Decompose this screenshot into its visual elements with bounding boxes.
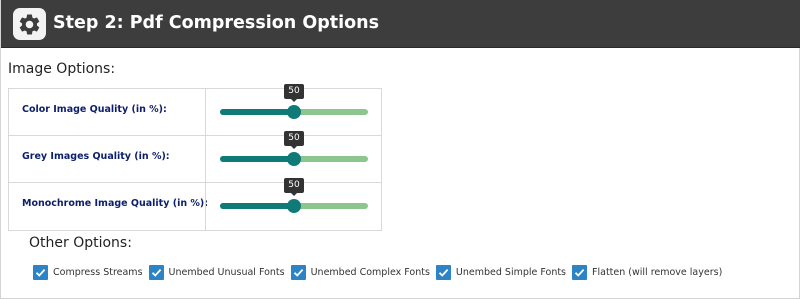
unembed-unusual-fonts-checkbox[interactable] <box>148 265 164 280</box>
checkmark-icon <box>574 268 585 277</box>
panel-header: Step 2: Pdf Compression Options <box>1 0 800 48</box>
compression-options-panel: Step 2: Pdf Compression Options Image Op… <box>0 0 800 299</box>
grey-images-quality-label: Grey Images Quality (in %): <box>22 151 170 162</box>
checkmark-icon <box>35 268 46 277</box>
unembed-complex-fonts-label[interactable]: Unembed Complex Fonts <box>311 267 430 278</box>
monochrome-image-quality-slider[interactable]: 50 <box>220 178 368 213</box>
other-options-list: Compress Streams Unembed Unusual Fonts U… <box>33 264 728 281</box>
other-options-heading: Other Options: <box>29 235 132 251</box>
unembed-simple-fonts-checkbox[interactable] <box>435 265 451 280</box>
compress-streams-label[interactable]: Compress Streams <box>53 267 143 278</box>
unembed-unusual-fonts-option[interactable]: Unembed Unusual Fonts <box>148 265 285 280</box>
gear-icon <box>13 8 46 40</box>
slider-fill <box>220 156 294 162</box>
grey-images-quality-slider[interactable]: 50 <box>220 131 368 166</box>
slider-value-tooltip: 50 <box>284 84 304 102</box>
checkmark-icon <box>438 268 449 277</box>
monochrome-image-quality-row: Monochrome Image Quality (in %): 50 <box>9 178 381 230</box>
unembed-complex-fonts-option[interactable]: Unembed Complex Fonts <box>290 265 430 280</box>
grey-images-quality-row: Grey Images Quality (in %): 50 <box>9 131 381 183</box>
cell-divider <box>205 136 206 182</box>
color-image-quality-label: Color Image Quality (in %): <box>22 104 167 115</box>
monochrome-image-quality-label: Monochrome Image Quality (in %): <box>22 198 209 209</box>
checkmark-icon <box>293 268 303 277</box>
image-options-heading: Image Options: <box>8 61 116 77</box>
image-quality-table: Color Image Quality (in %): 50 Grey Imag… <box>8 84 382 231</box>
flatten-option[interactable]: Flatten (will remove layers) <box>572 265 722 280</box>
flatten-checkbox[interactable] <box>572 265 588 280</box>
slider-value-tooltip: 50 <box>284 178 304 196</box>
unembed-complex-fonts-checkbox[interactable] <box>290 265 306 280</box>
unembed-simple-fonts-label[interactable]: Unembed Simple Fonts <box>456 267 566 278</box>
unembed-unusual-fonts-label[interactable]: Unembed Unusual Fonts <box>169 267 285 278</box>
slider-handle[interactable] <box>287 199 301 213</box>
slider-handle[interactable] <box>287 152 301 166</box>
page-title: Step 2: Pdf Compression Options <box>53 13 379 33</box>
color-image-quality-slider[interactable]: 50 <box>220 84 368 119</box>
compress-streams-checkbox[interactable] <box>33 265 48 280</box>
slider-value-tooltip: 50 <box>284 131 304 149</box>
flatten-label[interactable]: Flatten (will remove layers) <box>592 267 722 278</box>
slider-fill <box>220 203 294 209</box>
color-image-quality-row: Color Image Quality (in %): 50 <box>9 84 381 136</box>
cell-divider <box>205 89 206 135</box>
checkmark-icon <box>151 268 161 277</box>
compress-streams-option[interactable]: Compress Streams <box>33 265 143 280</box>
cell-divider <box>205 183 206 230</box>
slider-handle[interactable] <box>287 105 301 119</box>
slider-fill <box>220 109 294 115</box>
unembed-simple-fonts-option[interactable]: Unembed Simple Fonts <box>435 265 566 280</box>
